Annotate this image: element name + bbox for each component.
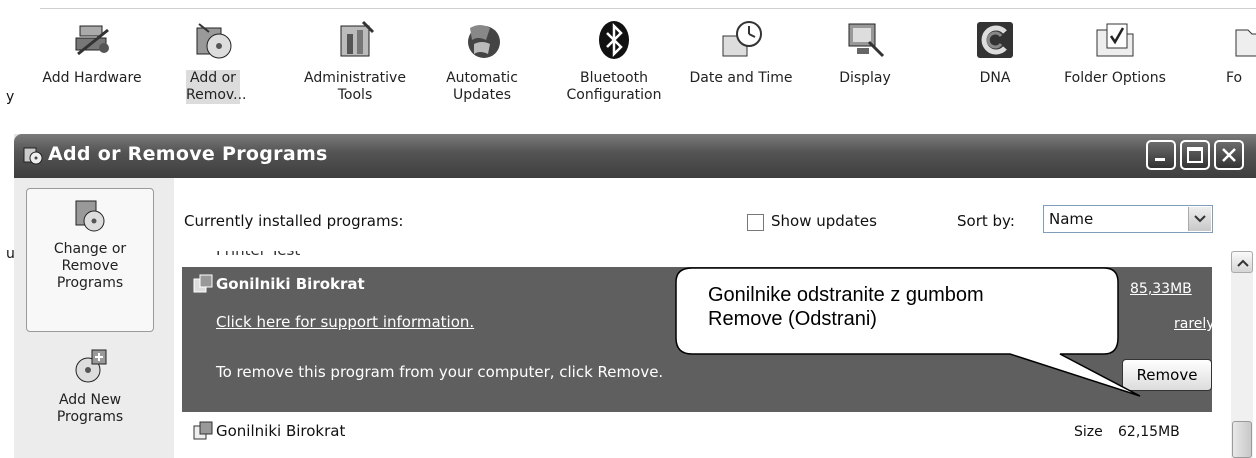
close-button[interactable] <box>1214 140 1244 170</box>
folder-options-icon <box>1093 18 1137 62</box>
cp-folder-options[interactable]: Folder Options <box>1050 18 1180 87</box>
sort-by-dropdown[interactable]: Name <box>1043 205 1213 233</box>
date-time-icon <box>719 18 763 62</box>
maximize-icon <box>1187 147 1203 163</box>
cp-date-time[interactable]: Date and Time <box>678 18 804 87</box>
show-updates-checkbox[interactable] <box>747 214 764 231</box>
size-label: Size <box>1074 424 1103 440</box>
cp-add-hardware[interactable]: Add Hardware <box>30 18 154 87</box>
add-remove-programs-icon <box>191 18 235 62</box>
support-info-link[interactable]: Click here for support information. <box>216 313 474 331</box>
cp-add-remove-programs[interactable]: Add or Remov... <box>183 18 247 104</box>
add-remove-programs-icon <box>22 144 44 166</box>
list-item[interactable]: Gonilniki Birokrat Size 62,15MB <box>182 412 1212 458</box>
cp-bluetooth[interactable]: Bluetooth Configuration <box>555 18 673 104</box>
cp-administrative-tools[interactable]: Administrative Tools <box>292 18 418 104</box>
callout-line: Gonilnike odstranite z gumbom <box>708 284 984 306</box>
cp-dna[interactable]: DNA <box>970 18 1020 87</box>
chevron-up-icon <box>1237 259 1249 267</box>
add-new-programs-button[interactable]: Add New Programs <box>26 346 154 426</box>
cp-item-label: Add or Remov... <box>186 70 247 104</box>
cut-off-label: y <box>6 89 15 105</box>
sort-by-label: Sort by: <box>957 212 1015 230</box>
program-icon <box>192 420 214 442</box>
change-remove-programs-icon <box>70 195 110 235</box>
cp-item-label: Bluetooth Configuration <box>566 70 662 103</box>
window-title: Add or Remove Programs <box>48 143 328 165</box>
cp-item-label: Date and Time <box>689 70 793 86</box>
vertical-scrollbar[interactable] <box>1231 251 1253 458</box>
dropdown-arrow-button[interactable] <box>1188 207 1211 231</box>
task-label: Change or Remove Programs <box>53 241 127 291</box>
cp-item-label: DNA <box>979 70 1011 86</box>
cp-item-label: Administrative Tools <box>304 70 406 103</box>
fonts-icon <box>1232 18 1256 62</box>
change-remove-programs-button[interactable]: Change or Remove Programs <box>26 188 154 332</box>
cp-item-label: Display <box>839 70 891 86</box>
installed-programs-label: Currently installed programs: <box>184 212 404 230</box>
control-panel-strip: y Add Hardware Add or Remov... Administr… <box>0 0 1256 130</box>
program-usage[interactable]: rarely <box>1174 316 1212 332</box>
divider <box>40 8 1256 9</box>
add-hardware-icon <box>70 18 114 62</box>
task-label: Add New Programs <box>56 392 124 425</box>
task-pane: Change or Remove Programs Add New Progra… <box>14 178 174 458</box>
program-name: Gonilniki Birokrat <box>216 275 365 293</box>
minimize-icon <box>1155 158 1165 161</box>
administrative-tools-icon <box>333 18 377 62</box>
title-bar[interactable]: Add or Remove Programs <box>14 134 1256 178</box>
cp-display[interactable]: Display <box>833 18 897 87</box>
scroll-thumb[interactable] <box>1232 421 1252 458</box>
dna-icon <box>973 18 1017 62</box>
cp-automatic-updates[interactable]: Automatic Updates <box>437 18 527 104</box>
cp-item-label: Folder Options <box>1064 70 1166 86</box>
sort-by-value: Name <box>1049 210 1094 228</box>
cp-item-label: Fo <box>1226 70 1243 86</box>
callout-text: Gonilnike odstranite z gumbom Remove (Od… <box>708 283 1108 331</box>
show-updates-label[interactable]: Show updates <box>771 212 877 230</box>
maximize-button[interactable] <box>1180 140 1210 170</box>
program-icon <box>192 273 214 295</box>
list-item[interactable]: Printer Test <box>182 251 1212 267</box>
display-icon <box>843 18 887 62</box>
minimize-button[interactable] <box>1146 140 1176 170</box>
remove-instruction: To remove this program from your compute… <box>216 363 664 381</box>
program-size: 62,15MB <box>1118 424 1180 440</box>
cp-fonts[interactable]: Fo <box>1226 18 1256 87</box>
program-size[interactable]: 85,33MB <box>1130 281 1192 297</box>
scroll-up-button[interactable] <box>1231 251 1253 273</box>
cp-item-label: Add Hardware <box>42 70 142 86</box>
program-name: Gonilniki Birokrat <box>216 422 346 440</box>
close-icon <box>1222 148 1236 162</box>
remove-button[interactable]: Remove <box>1122 359 1212 391</box>
program-name: Printer Test <box>216 251 300 259</box>
bluetooth-icon <box>592 18 636 62</box>
callout-line: Remove (Odstrani) <box>708 308 877 330</box>
cp-item-label: Automatic Updates <box>446 70 518 103</box>
automatic-updates-icon <box>460 18 504 62</box>
add-new-programs-icon <box>70 346 110 386</box>
chevron-down-icon <box>1194 215 1206 223</box>
